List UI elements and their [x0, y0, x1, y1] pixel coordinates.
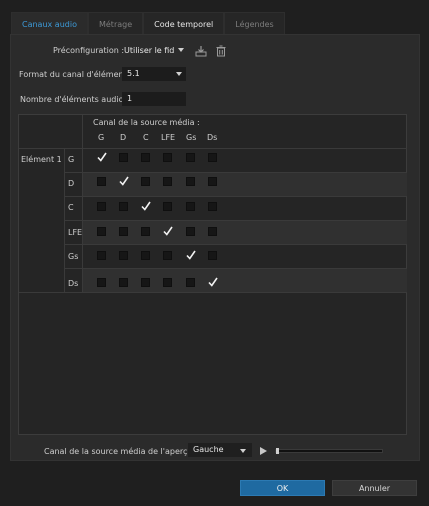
delete-preset-icon[interactable]: [215, 45, 227, 57]
routing-checkbox-checked[interactable]: [207, 276, 219, 288]
source-channel-d: D: [120, 133, 127, 142]
routing-checkbox[interactable]: [186, 153, 195, 162]
preview-channel-label: Canal de la source média de l'aperçu :: [44, 447, 198, 456]
tab-audio-channels[interactable]: Canaux audio: [11, 12, 88, 35]
chevron-down-icon[interactable]: [176, 72, 182, 76]
routing-checkbox-checked[interactable]: [118, 175, 130, 187]
chevron-down-icon[interactable]: [178, 48, 184, 52]
cancel-button[interactable]: Annuler: [332, 480, 417, 496]
source-channel-lfe: LFE: [161, 133, 176, 142]
routing-checkbox[interactable]: [119, 278, 128, 287]
clip-channel-gs: Gs: [68, 252, 79, 261]
routing-checkbox[interactable]: [208, 202, 217, 211]
clip-channel-ds: Ds: [68, 279, 79, 288]
source-channel-header: Canal de la source média :: [93, 118, 200, 127]
routing-checkbox[interactable]: [141, 227, 150, 236]
tab-timecode[interactable]: Code temporel: [143, 12, 225, 35]
clip-channel-format-value: 5.1: [127, 69, 140, 78]
routing-checkbox[interactable]: [163, 202, 172, 211]
routing-checkbox[interactable]: [208, 177, 217, 186]
playhead[interactable]: [276, 448, 279, 454]
routing-checkbox[interactable]: [208, 153, 217, 162]
clip-channel-format-label: Format du canal d'élément :: [19, 70, 132, 79]
routing-checkbox[interactable]: [208, 227, 217, 236]
divider: [64, 220, 407, 221]
routing-checkbox[interactable]: [163, 153, 172, 162]
audio-clip-count-input[interactable]: 1: [122, 92, 186, 106]
routing-checkbox-checked[interactable]: [96, 151, 108, 163]
play-icon[interactable]: [260, 447, 267, 455]
routing-checkbox-checked[interactable]: [185, 249, 197, 261]
routing-checkbox[interactable]: [97, 251, 106, 260]
routing-checkbox[interactable]: [97, 278, 106, 287]
routing-checkbox[interactable]: [141, 251, 150, 260]
divider: [82, 115, 83, 293]
row-stripe: [83, 269, 407, 293]
routing-checkbox[interactable]: [141, 153, 150, 162]
divider: [64, 172, 407, 173]
source-channel-ds: Ds: [207, 133, 218, 142]
routing-checkbox[interactable]: [141, 177, 150, 186]
routing-checkbox[interactable]: [186, 177, 195, 186]
routing-checkbox[interactable]: [163, 177, 172, 186]
import-preset-icon[interactable]: [195, 45, 207, 57]
tab-captions[interactable]: Légendes: [224, 12, 285, 35]
routing-checkbox[interactable]: [119, 202, 128, 211]
clip-label: Elément 1: [21, 155, 62, 164]
routing-checkbox[interactable]: [163, 278, 172, 287]
clip-channel-lfe: LFE: [68, 228, 83, 237]
audio-clip-count-value: 1: [127, 94, 133, 103]
clip-channel-c: C: [68, 203, 74, 212]
routing-checkbox[interactable]: [163, 251, 172, 260]
routing-checkbox[interactable]: [208, 251, 217, 260]
row-stripe: [83, 173, 407, 197]
preset-select[interactable]: Utiliser le fid: [124, 46, 177, 55]
routing-checkbox[interactable]: [141, 278, 150, 287]
preview-scrubber[interactable]: [275, 449, 383, 453]
divider: [64, 244, 407, 245]
preset-label: Préconfiguration :: [53, 46, 125, 55]
divider: [19, 148, 407, 149]
preview-channel-value: Gauche: [193, 445, 224, 454]
clip-channel-g: G: [68, 155, 75, 164]
tab-bar: Canaux audio Métrage Code temporel Légen…: [11, 12, 285, 35]
ok-button[interactable]: OK: [240, 480, 325, 496]
routing-checkbox[interactable]: [119, 153, 128, 162]
tab-footage[interactable]: Métrage: [87, 12, 144, 35]
routing-checkbox[interactable]: [119, 227, 128, 236]
clip-channel-d: D: [68, 179, 75, 188]
source-channel-g: G: [98, 133, 105, 142]
audio-clip-count-label: Nombre d'éléments audio :: [20, 95, 129, 104]
routing-checkbox-checked[interactable]: [162, 225, 174, 237]
routing-checkbox[interactable]: [186, 202, 195, 211]
divider: [64, 268, 407, 269]
row-stripe: [83, 221, 407, 245]
routing-checkbox-checked[interactable]: [140, 200, 152, 212]
chevron-down-icon[interactable]: [240, 449, 246, 453]
divider: [19, 292, 407, 293]
routing-checkbox[interactable]: [97, 202, 106, 211]
routing-checkbox[interactable]: [186, 278, 195, 287]
routing-checkbox[interactable]: [119, 251, 128, 260]
source-channel-gs: Gs: [186, 133, 197, 142]
routing-checkbox[interactable]: [97, 227, 106, 236]
channel-matrix: [18, 114, 407, 435]
routing-checkbox[interactable]: [186, 227, 195, 236]
routing-checkbox[interactable]: [97, 177, 106, 186]
source-channel-c: C: [143, 133, 149, 142]
divider: [64, 196, 407, 197]
